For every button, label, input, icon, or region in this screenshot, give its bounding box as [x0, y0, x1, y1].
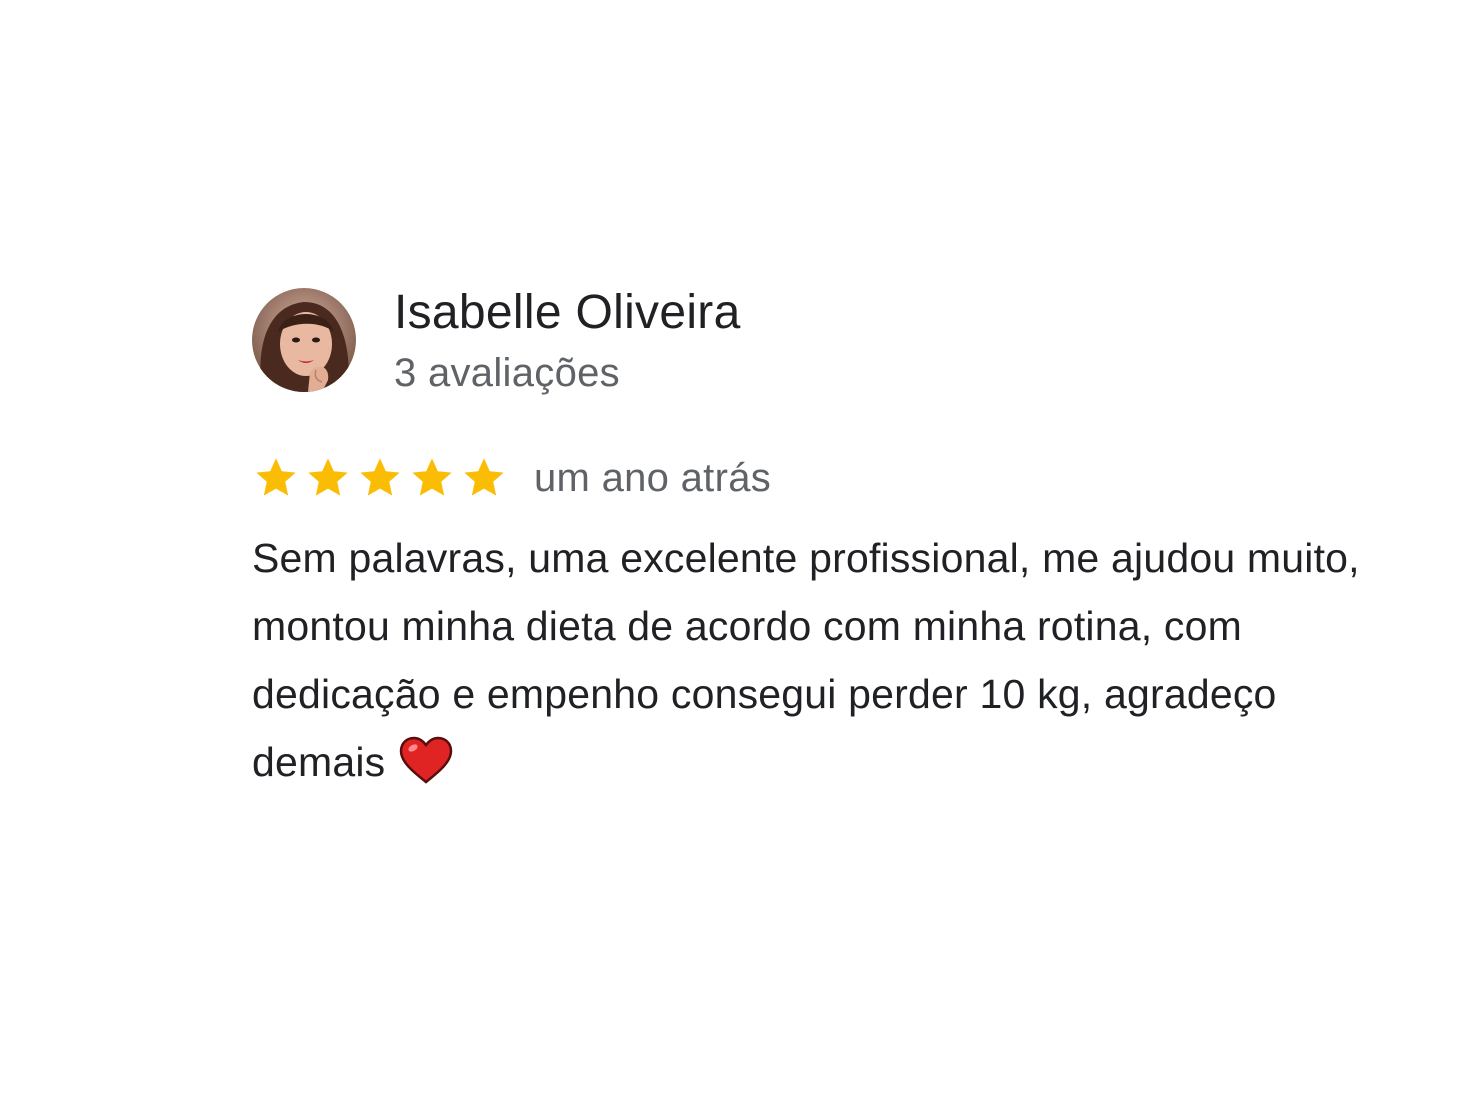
star-icon [464, 458, 504, 496]
reviewer-review-count: 3 avaliações [394, 351, 620, 395]
rating-row: um ano atrás [252, 450, 1402, 506]
red-heart-icon [400, 736, 453, 784]
review-card: Isabelle Oliveira 3 avaliações um ano at… [252, 286, 1402, 796]
star-rating [252, 454, 512, 502]
reviewer-avatar[interactable] [252, 288, 356, 392]
reviewer-header: Isabelle Oliveira 3 avaliações [252, 286, 1402, 396]
star-icon [412, 458, 452, 496]
star-icon [308, 458, 348, 496]
star-icon [360, 458, 400, 496]
review-text: Sem palavras, uma excelente profissional… [252, 524, 1402, 796]
review-date: um ano atrás [534, 456, 772, 500]
reviewer-info: Isabelle Oliveira 3 avaliações [394, 286, 741, 398]
reviewer-name[interactable]: Isabelle Oliveira [394, 286, 741, 340]
star-icon [256, 458, 296, 496]
